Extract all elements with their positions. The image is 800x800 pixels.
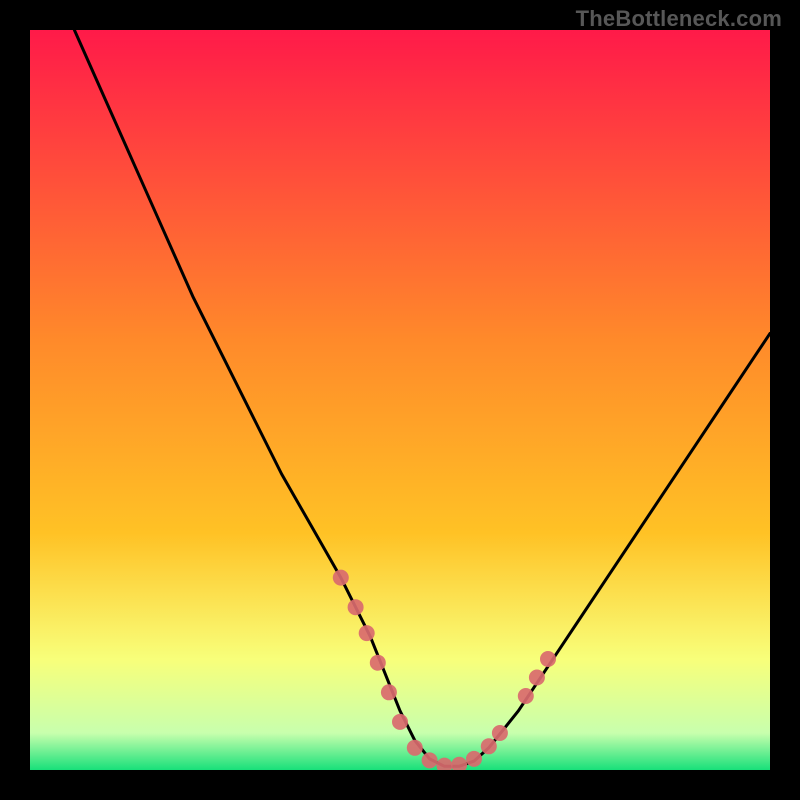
watermark-text: TheBottleneck.com xyxy=(576,6,782,32)
chart-background xyxy=(30,30,770,770)
marker-dot xyxy=(529,670,545,686)
marker-dot xyxy=(518,688,534,704)
marker-dot xyxy=(348,599,364,615)
marker-dot xyxy=(492,725,508,741)
marker-dot xyxy=(540,651,556,667)
marker-dot xyxy=(333,570,349,586)
marker-dot xyxy=(392,714,408,730)
marker-dot xyxy=(370,655,386,671)
marker-dot xyxy=(481,738,497,754)
marker-dot xyxy=(359,625,375,641)
marker-dot xyxy=(407,740,423,756)
bottleneck-curve-chart xyxy=(30,30,770,770)
chart-container xyxy=(30,30,770,770)
marker-dot xyxy=(466,751,482,767)
marker-dot xyxy=(422,752,438,768)
marker-dot xyxy=(381,684,397,700)
